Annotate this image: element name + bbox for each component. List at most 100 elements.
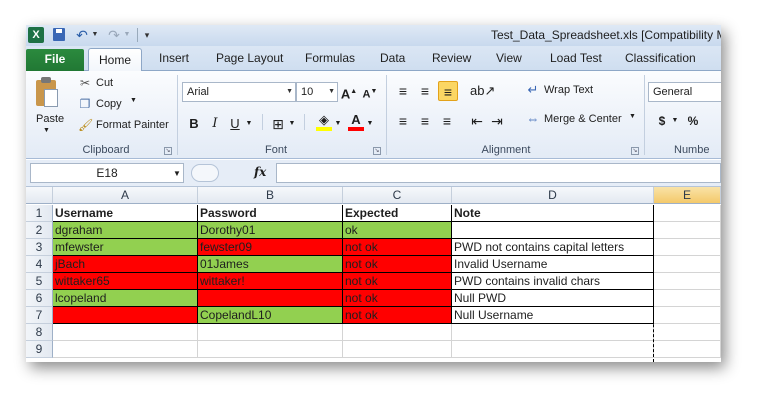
scissors-icon[interactable]: ✂ <box>78 76 92 90</box>
column-header-b[interactable]: B <box>198 187 343 204</box>
row-header-9[interactable]: 9 <box>26 341 53 358</box>
paste-dropdown-icon[interactable]: ▼ <box>43 127 50 134</box>
excel-app-icon[interactable]: X <box>28 27 44 43</box>
wrap-text-icon[interactable]: ↵ <box>526 83 540 97</box>
tab-view[interactable]: View <box>496 51 522 65</box>
cell-e2[interactable] <box>654 222 721 239</box>
underline-button[interactable]: U <box>228 114 242 134</box>
fill-color-dropdown-icon[interactable]: ▼ <box>333 114 343 134</box>
tab-insert[interactable]: Insert <box>159 51 189 65</box>
percent-button[interactable]: % <box>686 111 700 131</box>
copy-button[interactable]: Copy <box>96 98 122 110</box>
undo-icon[interactable]: ↶ <box>74 27 90 43</box>
cell-b6[interactable] <box>198 290 343 307</box>
increase-indent-icon[interactable]: ⇥ <box>488 111 506 131</box>
fill-color-icon[interactable]: ◈ <box>316 111 332 131</box>
cell-d2[interactable] <box>452 222 654 239</box>
row-header-1[interactable]: 1 <box>26 205 53 222</box>
tab-review[interactable]: Review <box>432 51 471 65</box>
formula-bar-expander[interactable] <box>191 164 219 182</box>
insert-function-icon[interactable]: fx <box>254 165 266 179</box>
cell-b9[interactable] <box>198 341 343 358</box>
currency-dropdown-icon[interactable]: ▼ <box>671 111 679 131</box>
undo-dropdown-icon[interactable]: ▼ <box>90 27 100 43</box>
cell-c2[interactable]: ok <box>343 222 452 239</box>
tab-load-test[interactable]: Load Test <box>550 51 602 65</box>
cell-c7[interactable]: not ok <box>343 307 452 324</box>
cell-b3[interactable]: fewster09 <box>198 239 343 256</box>
font-size-dropdown-icon[interactable]: ▼ <box>328 83 335 101</box>
orientation-icon[interactable]: ab↗ <box>470 81 495 101</box>
cell-b8[interactable] <box>198 324 343 341</box>
row-header-8[interactable]: 8 <box>26 324 53 341</box>
font-color-dropdown-icon[interactable]: ▼ <box>365 114 375 134</box>
row-header-4[interactable]: 4 <box>26 256 53 273</box>
cell-e5[interactable] <box>654 273 721 290</box>
cell-e7[interactable] <box>654 307 721 324</box>
cell-a9[interactable] <box>53 341 198 358</box>
number-format-combo[interactable]: General <box>648 82 721 102</box>
cell-d8[interactable] <box>452 324 654 341</box>
align-left-icon[interactable]: ≡ <box>394 111 412 131</box>
copy-dropdown-icon[interactable]: ▼ <box>130 97 137 104</box>
cell-c5[interactable]: not ok <box>343 273 452 290</box>
cell-c8[interactable] <box>343 324 452 341</box>
cell-d9[interactable] <box>452 341 654 358</box>
grow-font-icon[interactable]: A▲ <box>340 82 358 102</box>
tab-file[interactable]: File <box>26 49 84 71</box>
alignment-launcher-icon[interactable]: ↘ <box>631 147 639 155</box>
cell-b2[interactable]: Dorothy01 <box>198 222 343 239</box>
currency-button[interactable]: $ <box>656 111 668 131</box>
cell-a7[interactable] <box>53 307 198 324</box>
cell-d4[interactable]: Invalid Username <box>452 256 654 273</box>
clipboard-launcher-icon[interactable]: ↘ <box>164 147 172 155</box>
cut-button[interactable]: Cut <box>96 77 113 89</box>
column-header-e[interactable]: E <box>654 187 721 204</box>
tab-home[interactable]: Home <box>88 48 142 72</box>
cell-d1[interactable]: Note <box>452 205 654 222</box>
name-box[interactable]: E18 <box>30 163 184 183</box>
cell-a6[interactable]: lcopeland <box>53 290 198 307</box>
format-painter-icon[interactable]: 🖌 <box>78 118 93 132</box>
row-header-2[interactable]: 2 <box>26 222 53 239</box>
cell-e3[interactable] <box>654 239 721 256</box>
borders-dropdown-icon[interactable]: ▼ <box>287 114 297 134</box>
merge-center-dropdown-icon[interactable]: ▼ <box>629 113 636 120</box>
customize-quick-access-icon[interactable]: ▾ <box>142 27 152 43</box>
cell-b7[interactable]: CopelandL10 <box>198 307 343 324</box>
cell-e1[interactable] <box>654 205 721 222</box>
cell-e4[interactable] <box>654 256 721 273</box>
wrap-text-button[interactable]: Wrap Text <box>544 84 593 96</box>
align-top-icon[interactable]: ≡ <box>394 81 412 101</box>
bold-button[interactable]: B <box>186 114 202 134</box>
font-size-combo[interactable]: 10 ▼ <box>296 82 338 102</box>
cell-c4[interactable]: not ok <box>343 256 452 273</box>
cell-a5[interactable]: wittaker65 <box>53 273 198 290</box>
merge-center-button[interactable]: Merge & Center <box>544 113 622 125</box>
font-color-icon[interactable]: A <box>348 111 364 131</box>
cell-a8[interactable] <box>53 324 198 341</box>
row-header-7[interactable]: 7 <box>26 307 53 324</box>
shrink-font-icon[interactable]: A▼ <box>362 82 378 102</box>
save-icon[interactable] <box>51 27 67 43</box>
cell-c1[interactable]: Expected <box>343 205 452 222</box>
tab-classification[interactable]: Classification <box>625 51 696 65</box>
cell-c3[interactable]: not ok <box>343 239 452 256</box>
decrease-indent-icon[interactable]: ⇤ <box>468 111 486 131</box>
cell-e6[interactable] <box>654 290 721 307</box>
cell-b5[interactable]: wittaker! <box>198 273 343 290</box>
cell-a1[interactable]: Username <box>53 205 198 222</box>
cell-d5[interactable]: PWD contains invalid chars <box>452 273 654 290</box>
cell-a2[interactable]: dgraham <box>53 222 198 239</box>
merge-center-icon[interactable]: ⇔ <box>526 112 540 126</box>
column-header-d[interactable]: D <box>452 187 654 204</box>
cell-e9[interactable] <box>654 341 721 358</box>
column-header-c[interactable]: C <box>343 187 452 204</box>
copy-icon[interactable]: ❐ <box>78 97 92 111</box>
cell-a3[interactable]: mfewster <box>53 239 198 256</box>
align-bottom-icon[interactable]: ≡ <box>438 81 458 101</box>
cell-d7[interactable]: Null Username <box>452 307 654 324</box>
align-right-icon[interactable]: ≡ <box>438 111 456 131</box>
font-name-combo[interactable]: Arial ▼ <box>182 82 296 102</box>
name-box-dropdown-icon[interactable]: ▼ <box>173 169 181 178</box>
